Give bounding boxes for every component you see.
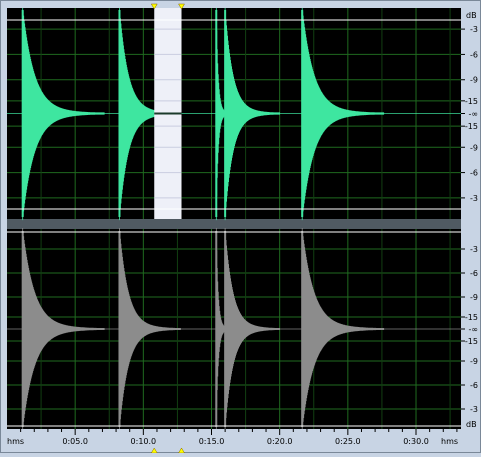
db-tick-label: -15 — [465, 97, 478, 106]
db-unit-label-top: dB — [466, 11, 477, 20]
channel-divider[interactable] — [7, 219, 461, 229]
db-tick-label: -3 — [470, 405, 478, 414]
db-tick-label: -9 — [470, 293, 478, 302]
db-tick-label: -9 — [470, 143, 478, 152]
db-tick-label: -15 — [465, 313, 478, 322]
top-margin — [0, 0, 481, 8]
db-tick-label: -9 — [470, 76, 478, 85]
db-tick-label: -6 — [470, 169, 478, 178]
db-unit-label-bottom: dB — [466, 420, 477, 429]
db-tick-label: -∞ — [468, 110, 478, 119]
left-margin — [0, 0, 7, 453]
waveform-display[interactable]: dB dB -3 -6 -9 -15 -∞ -15 -9 -6 -3 -3 -6 -9 -15 -∞ -15 -9… — [0, 0, 481, 454]
time-tick-label: 0:15.0 — [199, 437, 225, 446]
db-tick-label: -6 — [470, 50, 478, 59]
db-tick-label: -6 — [470, 381, 478, 390]
amplitude-ruler[interactable]: dB dB -3 -6 -9 -15 -∞ -15 -9 -6 -3 -3 -6 -9 -15 -∞ -15 -9… — [461, 0, 481, 453]
db-tick-label: -9 — [470, 357, 478, 366]
db-tick-label: -3 — [470, 25, 478, 34]
time-tick-label: 0:05.0 — [62, 437, 88, 446]
time-tick-label: 0:20.0 — [267, 437, 293, 446]
time-format-label-left: hms — [7, 437, 24, 446]
db-tick-label: -15 — [465, 337, 478, 346]
db-tick-label: -∞ — [468, 325, 478, 334]
time-format-label-right: hms — [441, 437, 458, 446]
db-tick-label: -6 — [470, 269, 478, 278]
time-tick-label: 0:25.0 — [335, 437, 361, 446]
db-tick-label: -3 — [470, 245, 478, 254]
db-tick-label: -3 — [470, 194, 478, 203]
db-tick-label: -15 — [465, 122, 478, 131]
time-tick-label: 0:10.0 — [131, 437, 157, 446]
time-tick-label: 0:30.0 — [403, 437, 429, 446]
waveform-editor[interactable]: dB dB -3 -6 -9 -15 -∞ -15 -9 -6 -3 -3 -6 -9 -15 -∞ -15 -9… — [0, 0, 481, 454]
